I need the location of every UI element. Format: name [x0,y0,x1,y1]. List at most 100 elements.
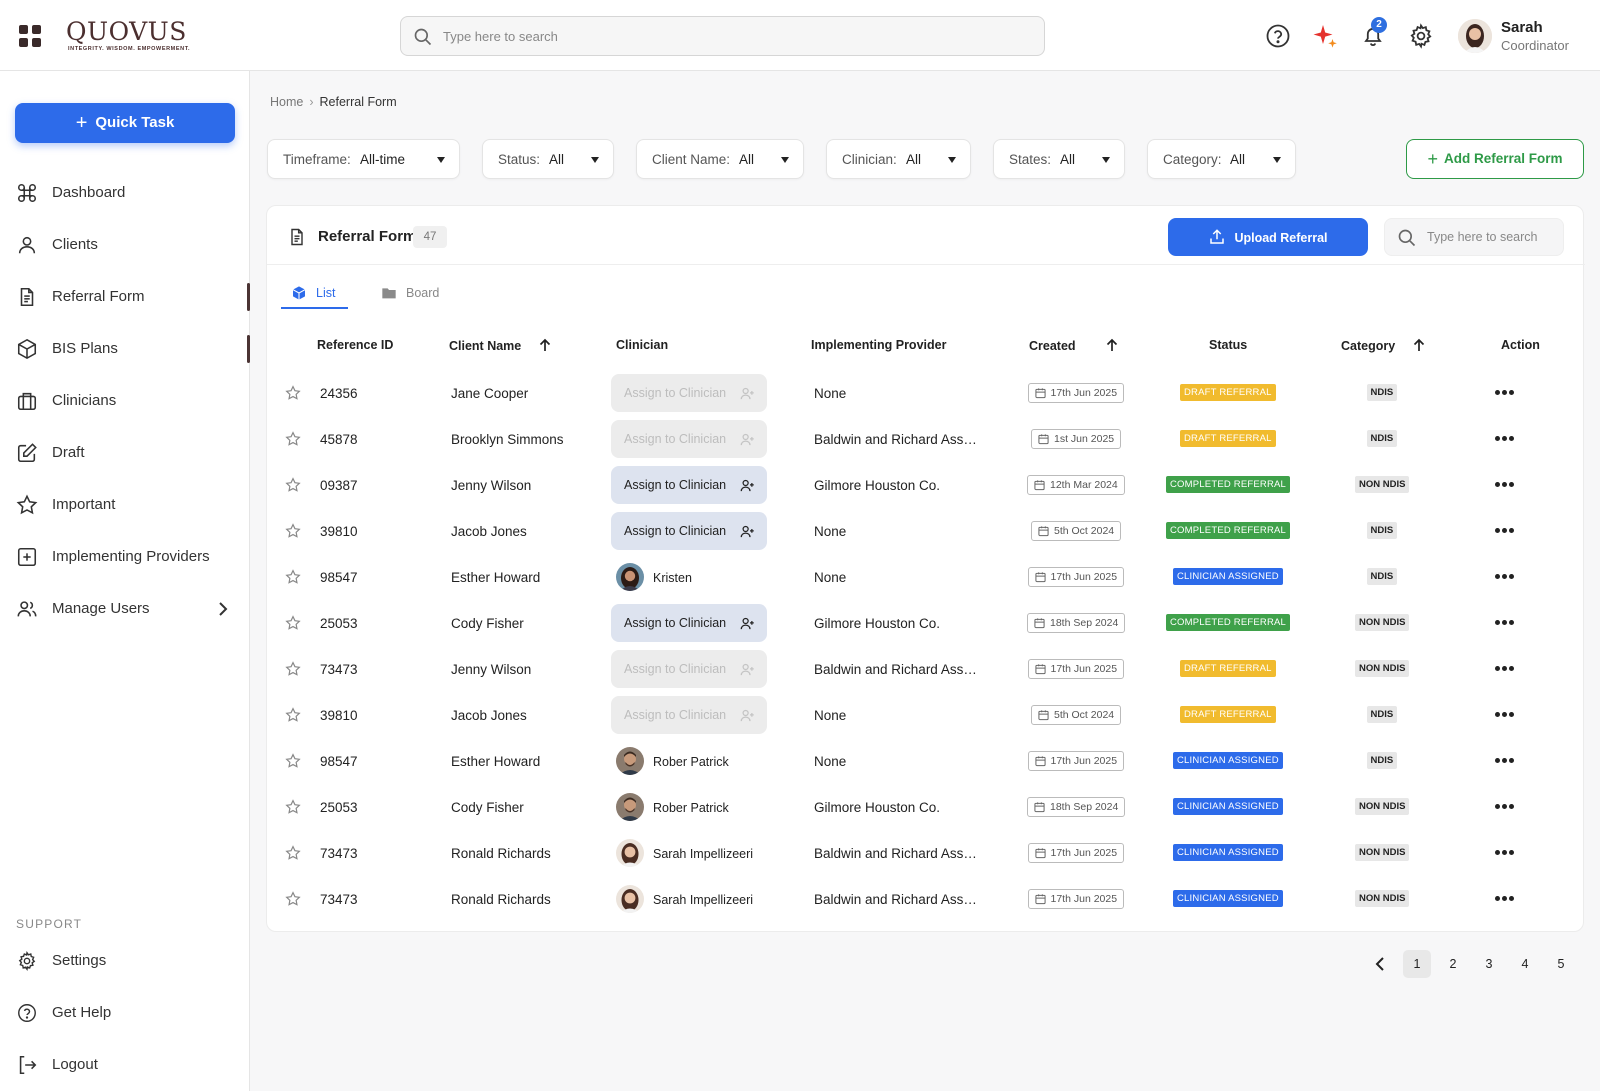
assign-to-clinician-button[interactable]: Assign to Clinician [611,512,767,550]
table-row[interactable]: 98547 Esther Howard Kristen None 17th Jun 20… [267,555,1585,601]
table-row[interactable]: 25053 Cody Fisher Assign to Clinician Gilmo… [267,601,1585,647]
more-actions-icon[interactable] [1495,528,1515,534]
reference-id[interactable]: 73473 [320,892,358,907]
nav-bis-plans[interactable]: BIS Plans [0,329,250,369]
sort-arrow-up-icon[interactable] [1106,338,1118,352]
col-reference-id[interactable]: Reference ID [317,338,393,352]
filter-timeframe[interactable]: Timeframe: All-time [267,139,460,179]
table-row[interactable]: 98547 Esther Howard Rober Patrick None 17th … [267,739,1585,785]
table-row[interactable]: 45878 Brooklyn Simmons Assign to Clinician… [267,417,1585,463]
filter-category[interactable]: Category: All [1147,139,1296,179]
global-search[interactable] [400,16,1045,56]
apps-grid-icon[interactable] [19,25,41,47]
page-2[interactable]: 2 [1439,950,1467,978]
col-implementing-provider[interactable]: Implementing Provider [811,338,946,352]
add-referral-form-button[interactable]: + Add Referral Form [1406,139,1584,179]
col-category[interactable]: Category [1341,338,1425,353]
star-icon[interactable] [285,707,301,723]
star-icon[interactable] [285,661,301,677]
assign-to-clinician-button[interactable]: Assign to Clinician [611,420,767,458]
nav-dashboard[interactable]: Dashboard [0,173,250,213]
table-row[interactable]: 73473 Ronald Richards Sarah Impellizeeri Ba… [267,831,1585,877]
page-3[interactable]: 3 [1475,950,1503,978]
filter-clinician[interactable]: Clinician: All [826,139,971,179]
more-actions-icon[interactable] [1495,620,1515,626]
client-name[interactable]: Cody Fisher [451,616,524,631]
user-avatar[interactable] [1458,19,1492,53]
page-5[interactable]: 5 [1547,950,1575,978]
more-actions-icon[interactable] [1495,390,1515,396]
assign-to-clinician-button[interactable]: Assign to Clinician [611,604,767,642]
reference-id[interactable]: 39810 [320,524,358,539]
tab-board[interactable]: Board [381,278,451,310]
clinician-name[interactable]: Sarah Impellizeeri [653,847,753,861]
nav-implementing-providers[interactable]: Implementing Providers [0,537,250,577]
page-1[interactable]: 1 [1403,950,1431,978]
user-name[interactable]: Sarah [1501,19,1543,36]
clinician-name[interactable]: Rober Patrick [653,801,729,815]
col-status[interactable]: Status [1209,338,1247,352]
col-created[interactable]: Created [1029,338,1118,353]
clinician-name[interactable]: Sarah Impellizeeri [653,893,753,907]
page-4[interactable]: 4 [1511,950,1539,978]
client-name[interactable]: Ronald Richards [451,892,551,907]
star-icon[interactable] [285,385,301,401]
table-row[interactable]: 25053 Cody Fisher Rober Patrick Gilmore Hou… [267,785,1585,831]
reference-id[interactable]: 39810 [320,708,358,723]
clinician-name[interactable]: Kristen [653,571,692,585]
reference-id[interactable]: 73473 [320,846,358,861]
nav-logout[interactable]: Logout [0,1045,250,1085]
star-icon[interactable] [285,569,301,585]
assign-to-clinician-button[interactable]: Assign to Clinician [611,696,767,734]
client-name[interactable]: Jacob Jones [451,708,527,723]
nav-referral-form[interactable]: Referral Form [0,277,250,317]
more-actions-icon[interactable] [1495,758,1515,764]
col-client-name[interactable]: Client Name [449,338,551,353]
gear-icon[interactable] [1407,22,1435,50]
client-name[interactable]: Jenny Wilson [451,662,531,677]
more-actions-icon[interactable] [1495,712,1515,718]
assign-to-clinician-button[interactable]: Assign to Clinician [611,650,767,688]
tab-list[interactable]: List [291,278,351,310]
client-name[interactable]: Esther Howard [451,754,540,769]
nav-settings[interactable]: Settings [0,941,250,981]
client-name[interactable]: Esther Howard [451,570,540,585]
table-row[interactable]: 09387 Jenny Wilson Assign to Clinician Gilm… [267,463,1585,509]
nav-clinicians[interactable]: Clinicians [0,381,250,421]
client-name[interactable]: Jenny Wilson [451,478,531,493]
reference-id[interactable]: 25053 [320,616,358,631]
star-icon[interactable] [285,753,301,769]
quick-task-button[interactable]: + Quick Task [15,103,235,143]
client-name[interactable]: Brooklyn Simmons [451,432,564,447]
sort-arrow-up-icon[interactable] [1413,338,1425,352]
more-actions-icon[interactable] [1495,896,1515,902]
nav-clients[interactable]: Clients [0,225,250,265]
reference-id[interactable]: 73473 [320,662,358,677]
table-search-input[interactable] [1427,219,1559,255]
reference-id[interactable]: 98547 [320,754,358,769]
col-clinician[interactable]: Clinician [616,338,668,352]
more-actions-icon[interactable] [1495,436,1515,442]
reference-id[interactable]: 24356 [320,386,358,401]
assign-to-clinician-button[interactable]: Assign to Clinician [611,374,767,412]
table-row[interactable]: 73473 Ronald Richards Sarah Impellizeeri Ba… [267,877,1585,923]
client-name[interactable]: Ronald Richards [451,846,551,861]
nav-manage-users[interactable]: Manage Users [0,589,250,629]
more-actions-icon[interactable] [1495,666,1515,672]
star-icon[interactable] [285,845,301,861]
client-name[interactable]: Jacob Jones [451,524,527,539]
nav-important[interactable]: Important [0,485,250,525]
more-actions-icon[interactable] [1495,482,1515,488]
reference-id[interactable]: 45878 [320,432,358,447]
chevron-left-icon[interactable] [1373,956,1387,972]
client-name[interactable]: Cody Fisher [451,800,524,815]
logo[interactable]: QUOVUS INTEGRITY. WISDOM. EMPOWERMENT. [66,18,190,54]
breadcrumb-home[interactable]: Home [270,95,303,109]
filter-client-name[interactable]: Client Name: All [636,139,804,179]
nav-get-help[interactable]: Get Help [0,993,250,1033]
star-icon[interactable] [285,431,301,447]
assign-to-clinician-button[interactable]: Assign to Clinician [611,466,767,504]
reference-id[interactable]: 25053 [320,800,358,815]
star-icon[interactable] [285,799,301,815]
table-row[interactable]: 39810 Jacob Jones Assign to Clinician None 5… [267,693,1585,739]
